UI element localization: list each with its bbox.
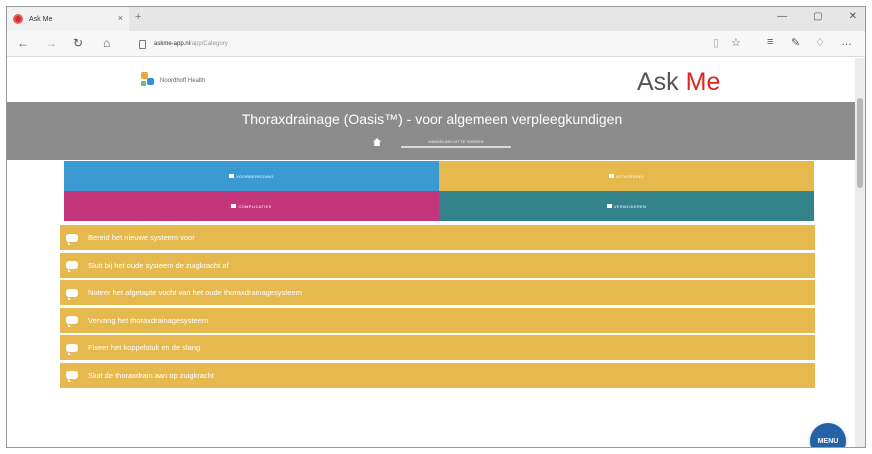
forward-icon[interactable]: → [45,36,57,50]
share-icon[interactable]: ♢ [815,36,825,49]
url-host: askme-app.nl [154,41,191,47]
page-banner: Thoraxdrainage (Oasis™) - voor algemeen … [7,102,857,160]
step-label: Noteer het afgetapte vocht van het oude … [88,288,302,298]
tile-complicaties[interactable]: COMPLICATIES [64,191,439,221]
favorite-star-icon[interactable]: ☆ [731,36,741,49]
menu-button[interactable]: MENU [810,423,846,447]
list-item[interactable]: Vervang het thoraxdrainagesysteem [60,307,815,333]
hub-icon[interactable]: ≡ [767,36,773,48]
step-label: Sluit de thoraxdrain aan op zuigkracht [88,370,214,380]
step-label: Sluit bij het oude systeem de zuigkracht… [88,260,229,270]
scrollbar-thumb[interactable] [857,98,863,188]
tab-bar: Ask Me × + — ▢ ✕ [7,7,865,31]
list-item[interactable]: Noteer het afgetapte vocht van het oude … [60,280,815,306]
speech-bubble-icon [66,343,78,355]
address-bar[interactable]: askme-app.nl /app/Category [139,35,699,53]
home-icon[interactable] [373,138,381,146]
askme-logo: Ask Me [637,68,720,97]
tile-label: VERWIJDEREN [613,203,647,209]
askme-favicon-icon [13,14,23,24]
step-label: Vervang het thoraxdrainagesysteem [88,315,209,325]
noordhoff-logo-icon [141,72,155,88]
tile-verwijderen[interactable]: VERWIJDEREN [439,191,814,221]
web-notes-icon[interactable]: ✎ [791,36,800,49]
tile-label: UITVOERING [616,173,644,179]
new-tab-icon[interactable]: + [135,11,141,23]
refresh-icon[interactable]: ↻ [73,36,83,50]
lock-icon [139,39,146,49]
app-title-highlight: Me [685,68,721,96]
tile-voorbereiding[interactable]: VOORBEREIDING [64,161,439,191]
url-path: /app/Category [190,41,228,47]
page-scrollbar[interactable] [855,58,865,447]
step-label: Bereid het nieuwe systeem voor [88,233,195,242]
close-window-icon[interactable]: ✕ [849,11,857,22]
tile-label: VOORBEREIDING [236,173,274,179]
page-title: Thoraxdrainage (Oasis™) - voor algemeen … [241,111,623,127]
speech-bubble-icon [66,261,78,273]
speech-bubble-icon [66,233,78,245]
speech-bubble-icon [66,316,78,328]
browser-window: Ask Me × + — ▢ ✕ ← → ↻ ⌂ askme-app.nl /a… [6,6,866,448]
folder-icon [606,204,612,208]
back-icon[interactable]: ← [17,36,29,50]
browser-tab[interactable]: Ask Me × [7,7,129,31]
minimize-icon[interactable]: — [777,11,787,22]
speech-bubble-icon [66,288,78,300]
home-browser-icon[interactable]: ⌂ [103,36,110,50]
maximize-icon[interactable]: ▢ [813,11,822,22]
app-title-prefix: Ask [637,68,686,96]
step-label: Fixeer het koppelstuk en de slang [88,343,201,353]
window-controls: — ▢ ✕ [777,11,857,22]
list-item[interactable]: Sluit de thoraxdrain aan op zuigkracht [60,362,815,388]
folder-icon [229,174,235,178]
speech-bubble-icon [66,371,78,383]
brand-name: Noordhoff Health [160,78,206,84]
tile-label: COMPLICATIES [238,203,272,209]
navigation-bar: ← → ↻ ⌂ askme-app.nl /app/Category ▯ ☆ ≡… [7,31,865,57]
page-content: Noordhoff Health Ask Me Thoraxdrainage (… [7,58,857,447]
folder-icon [609,174,615,178]
more-icon[interactable]: … [841,36,852,48]
list-item[interactable]: Sluit bij het oude systeem de zuigkracht… [60,252,815,278]
tab-close-icon[interactable]: × [118,13,123,23]
tab-title: Ask Me [29,15,53,23]
category-tiles: VOORBEREIDING UITVOERING COMPLICATIES VE… [64,161,814,221]
tile-uitvoering[interactable]: UITVOERING [439,161,814,191]
breadcrumb[interactable]: HANDELING UIT TE VOEREN [401,138,511,148]
reading-view-icon[interactable]: ▯ [713,36,719,49]
folder-icon [231,204,237,208]
list-item[interactable]: Bereid het nieuwe systeem voor [60,225,815,250]
step-list: Bereid het nieuwe systeem voor Sluit bij… [60,225,815,391]
list-item[interactable]: Fixeer het koppelstuk en de slang [60,335,815,361]
